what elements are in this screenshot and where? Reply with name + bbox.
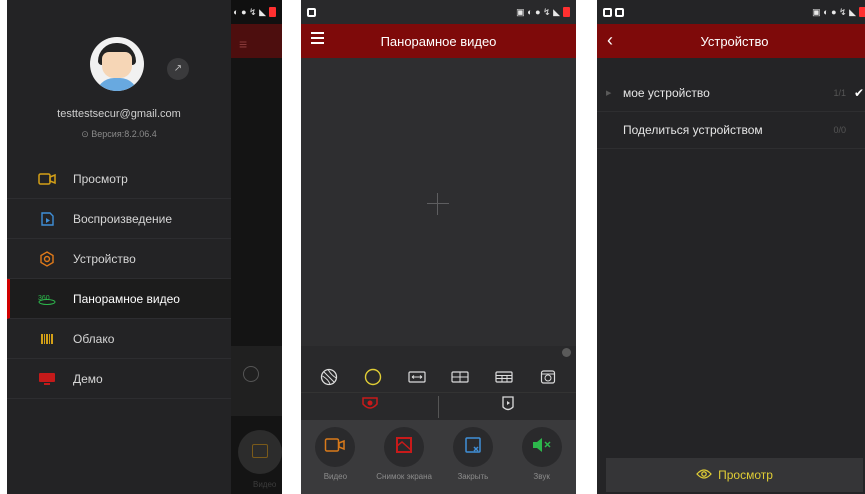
window-indicator-dot bbox=[562, 348, 571, 357]
preview-button-label: Просмотр bbox=[718, 468, 773, 482]
battery-icon bbox=[563, 7, 570, 17]
cloud-barcode-icon bbox=[37, 331, 57, 347]
view-mode-toolbar bbox=[301, 362, 576, 392]
checkmark-icon[interactable]: ✔ bbox=[854, 86, 864, 100]
page-title: Устройство bbox=[700, 33, 769, 49]
menu-item-preview[interactable]: Просмотр bbox=[7, 159, 231, 199]
status-bar: ▣ ◐ ● ↯ ◣ bbox=[301, 0, 576, 24]
background-app-preview: ≡ Видео bbox=[231, 0, 282, 494]
menu-item-label: Просмотр bbox=[73, 171, 128, 186]
background-video-button bbox=[238, 430, 282, 474]
app-header: ‹ Устройство bbox=[597, 24, 865, 58]
battery-icon bbox=[859, 7, 865, 17]
status-bar: ▣ ◐ ● ↯ ◣ bbox=[597, 0, 865, 24]
background-video-area bbox=[231, 58, 282, 346]
app-version: ⊙ Версия:8.2.06.4 bbox=[7, 129, 231, 140]
notification-icon bbox=[307, 7, 316, 17]
status-icons: ▣ ◐ ● ↯ ◣ bbox=[516, 6, 560, 17]
sound-button[interactable]: Звук bbox=[509, 427, 575, 494]
close-stream-icon bbox=[463, 435, 483, 460]
gear-icon bbox=[37, 250, 57, 267]
page-title: Панорамное видео bbox=[380, 33, 497, 49]
quad-split-icon[interactable] bbox=[450, 367, 470, 387]
device-screen: ▣ ◐ ● ↯ ◣ ‹ Устройство ▶ мое устройство … bbox=[597, 0, 865, 494]
stretch-mode-icon[interactable] bbox=[407, 367, 427, 387]
menu-item-cloud[interactable]: Облако bbox=[7, 319, 231, 359]
menu-item-label: Панорамное видео bbox=[73, 291, 180, 306]
menu-item-label: Воспроизведение bbox=[73, 211, 173, 226]
playback-icon bbox=[37, 211, 57, 227]
side-drawer-screen: ≡ Видео ▣ ◐ ● ↯ ◣ ↗ testtestsecur@gmail.… bbox=[7, 0, 282, 494]
fisheye-mode-icon[interactable] bbox=[319, 367, 339, 387]
panorama-360-icon: 360 bbox=[37, 291, 57, 307]
preview-button[interactable]: Просмотр bbox=[606, 458, 863, 492]
video-viewport[interactable] bbox=[301, 58, 576, 346]
camera-icon bbox=[37, 171, 57, 187]
battery-icon bbox=[269, 7, 276, 17]
device-name: Поделиться устройством bbox=[623, 123, 763, 137]
mount-icon bbox=[360, 395, 380, 418]
snapshot-button[interactable]: Снимок экрана bbox=[371, 427, 437, 494]
menu-item-label: Облако bbox=[73, 331, 115, 346]
background-header: ≡ bbox=[231, 24, 282, 58]
status-icons: ▣ ◐ ● ↯ ◣ bbox=[812, 6, 856, 17]
menu-item-panorama[interactable]: 360 Панорамное видео bbox=[7, 279, 231, 319]
record-video-icon bbox=[324, 436, 346, 459]
device-count: 1/1 bbox=[833, 88, 846, 98]
expand-arrow-icon[interactable]: ▶ bbox=[606, 89, 611, 97]
device-row-shared[interactable]: Поделиться устройством 0/0 bbox=[597, 112, 865, 149]
menu-item-label: Демо bbox=[73, 371, 103, 386]
edit-profile-icon[interactable]: ↗ bbox=[167, 58, 189, 80]
close-stream-button[interactable]: Закрыть bbox=[440, 427, 506, 494]
tab-cruise[interactable] bbox=[439, 393, 576, 420]
panorama-video-screen: ▣ ◐ ● ↯ ◣ Панорамное видео Видео Снимок … bbox=[301, 0, 576, 494]
cruise-icon bbox=[499, 395, 517, 418]
add-channel-icon[interactable] bbox=[427, 193, 449, 215]
menu-item-demo[interactable]: Демо bbox=[7, 359, 231, 399]
tab-mount[interactable] bbox=[301, 393, 438, 420]
demo-monitor-icon bbox=[37, 371, 57, 387]
background-mode-row bbox=[231, 346, 282, 416]
multi-split-icon[interactable] bbox=[494, 367, 514, 387]
menu-item-device[interactable]: Устройство bbox=[7, 239, 231, 279]
circle-mode-icon[interactable] bbox=[363, 367, 383, 387]
action-label: Снимок экрана bbox=[376, 472, 432, 481]
background-video-label: Видео bbox=[253, 480, 277, 489]
eye-icon bbox=[696, 468, 712, 483]
record-video-button[interactable]: Видео bbox=[302, 427, 368, 494]
version-label: Версия:8.2.06.4 bbox=[91, 129, 157, 139]
mode-tabs bbox=[301, 392, 576, 420]
device-list: ▶ мое устройство 1/1 ✔ Поделиться устрой… bbox=[597, 75, 865, 149]
action-bar: Видео Снимок экрана Закрыть Звук bbox=[301, 420, 576, 494]
mute-sound-icon bbox=[531, 436, 553, 459]
check-circle-icon: ⊙ bbox=[81, 129, 89, 139]
avatar[interactable] bbox=[90, 37, 144, 91]
app-header: Панорамное видео bbox=[301, 24, 576, 58]
drawer-menu: Просмотр Воспроизведение Устройство 360 … bbox=[7, 159, 231, 399]
notification-icon bbox=[603, 7, 612, 17]
action-label: Звук bbox=[533, 472, 550, 481]
device-row-my-device[interactable]: ▶ мое устройство 1/1 ✔ bbox=[597, 75, 865, 112]
menu-item-playback[interactable]: Воспроизведение bbox=[7, 199, 231, 239]
cylinder-mode-icon[interactable] bbox=[538, 367, 558, 387]
device-name: мое устройство bbox=[623, 86, 710, 100]
device-count: 0/0 bbox=[833, 125, 846, 135]
background-fisheye-icon bbox=[243, 366, 259, 382]
back-arrow-icon[interactable]: ‹ bbox=[607, 29, 619, 51]
notification-icon-2 bbox=[615, 7, 624, 17]
action-label: Видео bbox=[323, 472, 348, 481]
background-menu-icon: ≡ bbox=[239, 36, 248, 52]
navigation-drawer: ↗ testtestsecur@gmail.com ⊙ Версия:8.2.0… bbox=[7, 0, 231, 494]
account-email: testtestsecur@gmail.com bbox=[57, 108, 181, 120]
menu-item-label: Устройство bbox=[73, 251, 136, 266]
snapshot-icon bbox=[394, 435, 414, 460]
menu-icon[interactable] bbox=[311, 32, 324, 47]
action-label: Закрыть bbox=[457, 472, 489, 481]
background-action-bar: Видео bbox=[231, 416, 282, 494]
